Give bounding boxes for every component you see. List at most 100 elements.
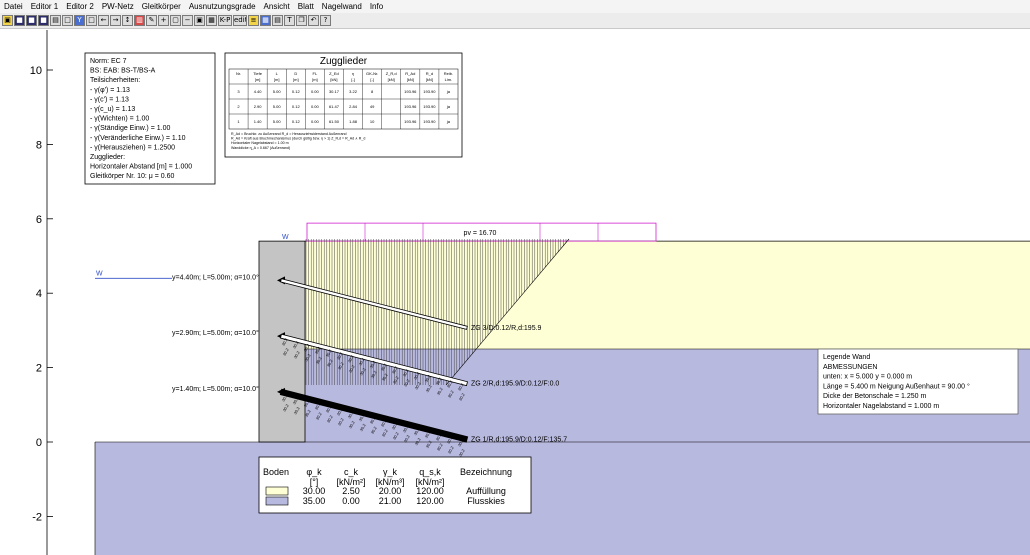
legend-line: Länge = 5.400 m Neigung Außenhaut = 90.0… [823, 382, 970, 390]
norm-line: Teilsicherheiten: [90, 77, 140, 84]
kp-icon[interactable]: K-P [218, 15, 232, 26]
y-tick-label: 6 [36, 214, 42, 226]
open-folder-icon[interactable]: ▣ [2, 15, 13, 26]
y-tick-label: 4 [36, 288, 42, 300]
norm-line: Norm: EC 7 [90, 58, 127, 65]
zg-header: GK-Nr. [366, 71, 378, 76]
table-icon[interactable]: ▦ [260, 15, 271, 26]
legend-line: Dicke der Betonschale = 1.250 m [823, 393, 926, 400]
soil-phi: 30.00 [303, 486, 326, 496]
layer-auffuellung [305, 241, 1030, 349]
y-tick-label: -2 [32, 511, 42, 523]
zg-cell: 0.12 [292, 104, 301, 109]
help-icon[interactable]: ? [320, 15, 331, 26]
edit-icon[interactable]: edit [233, 15, 247, 26]
zg-header: Z_Ed [329, 71, 339, 76]
legend-line: Legende Wand [823, 354, 870, 361]
zg-cell: 1.88 [349, 119, 358, 124]
zoom-window-icon[interactable]: ▢ [170, 15, 181, 26]
y-tick-label: 0 [36, 437, 42, 449]
zg-cell: 5.00 [273, 89, 282, 94]
chart-icon[interactable]: ▤ [272, 15, 283, 26]
t-icon[interactable]: T [284, 15, 295, 26]
norm-line: - γ(c') = 1.13 [90, 96, 129, 103]
zg-header: Z_R,d [386, 71, 397, 76]
norm-line: Gleitkörper Nr. 10: μ = 0.60 [90, 173, 174, 180]
menu-gleitkörper[interactable]: Gleitkörper [138, 0, 185, 13]
norm-line: - γ(Herausziehen) = 1.2500 [90, 144, 175, 151]
legend-line: unten: x = 5.000 y = 0.000 m [823, 374, 912, 381]
save-icon[interactable]: ■ [14, 15, 25, 26]
norm-line: - γ(φ') = 1.13 [90, 87, 130, 94]
save-all-icon[interactable]: ■ [38, 15, 49, 26]
zg-cell: 4.40 [254, 89, 263, 94]
wall-label: W [282, 234, 289, 241]
move-right-icon[interactable]: → [110, 15, 121, 26]
toolbar: ▣ ■ ■ ■ ▤ □ Y □ ← → ↕ ▥ ✎ + ▢ − ▣ ▦ K-P edit ≡ ▦ ▤ T ❐ ↶? [0, 13, 1030, 29]
zg-header: η [352, 71, 354, 76]
soil-q: 120.00 [416, 496, 444, 506]
zg-cell: 193.90 [423, 119, 436, 124]
zg-cell: 1.40 [254, 119, 263, 124]
move-left-icon[interactable]: ← [98, 15, 109, 26]
menu-nagelwand[interactable]: Nagelwand [318, 0, 366, 13]
norm-line: BS: EAB: BS-T/BS-A [90, 68, 156, 75]
zg-cell: 3.22 [349, 89, 358, 94]
zg-header: R_d [426, 71, 433, 76]
zg-cell: 0.12 [292, 119, 301, 124]
box-tool-icon[interactable]: □ [86, 15, 97, 26]
pencil-icon[interactable]: ✎ [146, 15, 157, 26]
menu-blatt[interactable]: Blatt [294, 0, 318, 13]
layers-icon[interactable]: ▥ [134, 15, 145, 26]
zg-cell: 61.50 [329, 119, 340, 124]
menu-editor-2[interactable]: Editor 2 [62, 0, 98, 13]
soil-header: q_s,k [419, 467, 441, 477]
norm-line: - γ(c_u) = 1.13 [90, 106, 135, 113]
nail-end-label: ZG 2/R,d:195.9/D:0.12/F:0.0 [471, 381, 559, 388]
soil-c: 2.50 [342, 486, 360, 496]
soil-gamma: 20.00 [379, 486, 402, 496]
soil-header: c_k [344, 467, 359, 477]
norm-line: Zugglieder: [90, 154, 125, 161]
y-tick-label: 2 [36, 363, 42, 375]
undo-icon[interactable]: ↶ [308, 15, 319, 26]
save-as-icon[interactable]: ■ [26, 15, 37, 26]
menu-editor-1[interactable]: Editor 1 [27, 0, 63, 13]
nail-label: y=2.90m; L=5.00m; α=10.0° [172, 329, 259, 337]
zg-cell: 0.00 [311, 119, 320, 124]
soil-name: Flusskies [467, 496, 505, 506]
copy-icon[interactable]: ❐ [296, 15, 307, 26]
print-icon[interactable]: ▤ [50, 15, 61, 26]
soil-header: γ_k [383, 467, 398, 477]
menu-datei[interactable]: Datei [0, 0, 27, 13]
y-tool-icon[interactable]: Y [74, 15, 85, 26]
grid-icon[interactable]: ▦ [206, 15, 217, 26]
zoom-fit-icon[interactable]: ▣ [194, 15, 205, 26]
zg-note: Wanddicke η_A = 0.667 (Außenrand) [231, 146, 290, 150]
zg-header-unit: [kN] [426, 77, 433, 82]
zg-cell: 0.00 [311, 104, 320, 109]
zg-header: Reib. [444, 71, 453, 76]
menu-pw-netz[interactable]: PW-Netz [98, 0, 138, 13]
zg-cell: 30.17 [329, 89, 340, 94]
fit-icon[interactable]: ↕ [122, 15, 133, 26]
y-tick-label: 10 [30, 65, 42, 77]
norm-line: - γ(Wichten) = 1.00 [90, 116, 149, 123]
legend-line: Horizontaler Nagelabstand = 1.000 m [823, 403, 939, 410]
drawing-canvas[interactable]: pv = 16.70 W W y=4.40m; L=5.00m; α=10.0° Z… [0, 30, 1030, 555]
menu-info[interactable]: Info [366, 0, 387, 13]
zoom-out-icon[interactable]: − [182, 15, 193, 26]
water-label: W [96, 270, 103, 277]
menu-ansicht[interactable]: Ansicht [260, 0, 294, 13]
zg-cell: 193.90 [423, 89, 436, 94]
page-setup-icon[interactable]: □ [62, 15, 73, 26]
soil-layers-icon[interactable]: ≡ [248, 15, 259, 26]
zg-note: R_Ad = Bruchkr. zu Außenrand R_d = Herau… [231, 132, 346, 136]
menu-ausnutzungsgrade[interactable]: Ausnutzungsgrade [185, 0, 260, 13]
soil-q: 120.00 [416, 486, 444, 496]
soil-name: Auffüllung [466, 486, 506, 496]
zg-cell: 0.12 [292, 89, 301, 94]
zg-cell: 5.00 [273, 119, 282, 124]
nail-end-label: ZG 1/R,d:195.9/D:0.12/F:135.7 [471, 436, 567, 443]
zoom-in-icon[interactable]: + [158, 15, 169, 26]
